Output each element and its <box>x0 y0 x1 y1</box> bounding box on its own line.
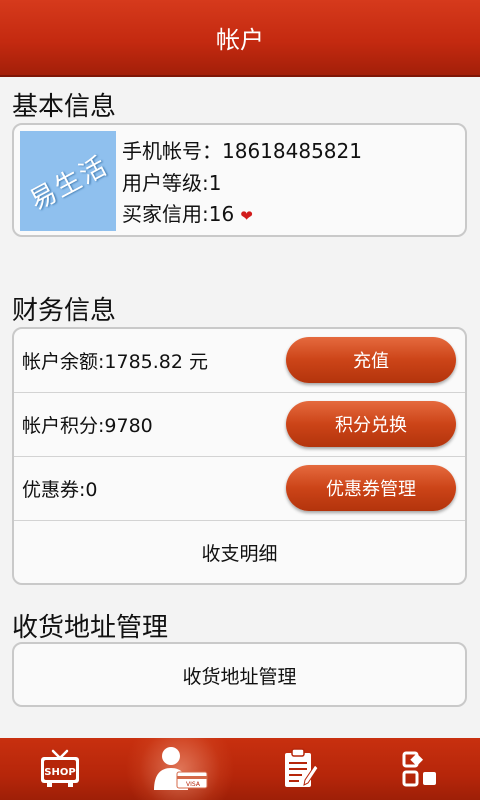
avatar[interactable]: 易生活 <box>20 131 116 231</box>
avatar-text: 易生活 <box>25 150 114 217</box>
transaction-details-row[interactable]: 收支明细 <box>14 521 465 583</box>
tab-shop[interactable]: SHOP <box>0 738 120 800</box>
points-label: 帐户积分:9780 <box>22 415 153 437</box>
tab-account[interactable]: VISA <box>120 738 240 800</box>
coupon-manage-button[interactable]: 优惠券管理 <box>286 465 456 511</box>
account-card-icon: VISA <box>154 747 208 790</box>
bottom-tab-bar: SHOP VISA <box>0 738 480 800</box>
coupon-label: 优惠券:0 <box>22 479 98 501</box>
address-manage-label: 收货地址管理 <box>182 666 297 688</box>
finance-info-heading: 财务信息 <box>12 296 117 326</box>
address-manage-button[interactable]: 收货地址管理 <box>12 642 467 707</box>
points-row: 帐户积分:9780 积分兑换 <box>14 393 465 457</box>
heart-icon: ❤ <box>240 207 253 225</box>
clipboard-icon <box>285 748 319 787</box>
transaction-details-label: 收支明细 <box>201 543 278 565</box>
shop-icon-text: SHOP <box>44 767 75 778</box>
user-level: 用户等级:1 <box>122 171 222 195</box>
basic-info-card: 易生活 手机帐号：18618485821 用户等级:1 买家信用:16 ❤ <box>12 123 467 237</box>
basic-info-heading: 基本信息 <box>12 92 117 122</box>
card-icon-text: VISA <box>186 781 201 788</box>
grid-apps-icon <box>402 751 436 787</box>
tab-orders[interactable] <box>240 738 360 800</box>
balance-label: 帐户余额:1785.82 元 <box>22 351 209 373</box>
buyer-credit: 买家信用:16 <box>122 202 235 226</box>
coupon-row: 优惠券:0 优惠券管理 <box>14 457 465 521</box>
points-exchange-button[interactable]: 积分兑换 <box>286 401 456 447</box>
page-title: 帐户 <box>216 26 264 54</box>
balance-row: 帐户余额:1785.82 元 充值 <box>14 329 465 393</box>
phone-account: 手机帐号：18618485821 <box>122 139 362 163</box>
shop-tv-icon: SHOP <box>41 749 79 787</box>
buyer-credit-line: 买家信用:16 ❤ <box>122 198 253 227</box>
recharge-button[interactable]: 充值 <box>286 337 456 383</box>
finance-info-card: 帐户余额:1785.82 元 充值 帐户积分:9780 积分兑换 优惠券:0 优… <box>12 327 467 585</box>
header-bar: 帐户 <box>0 0 480 77</box>
address-heading: 收货地址管理 <box>12 613 169 643</box>
tab-more[interactable] <box>360 738 480 800</box>
